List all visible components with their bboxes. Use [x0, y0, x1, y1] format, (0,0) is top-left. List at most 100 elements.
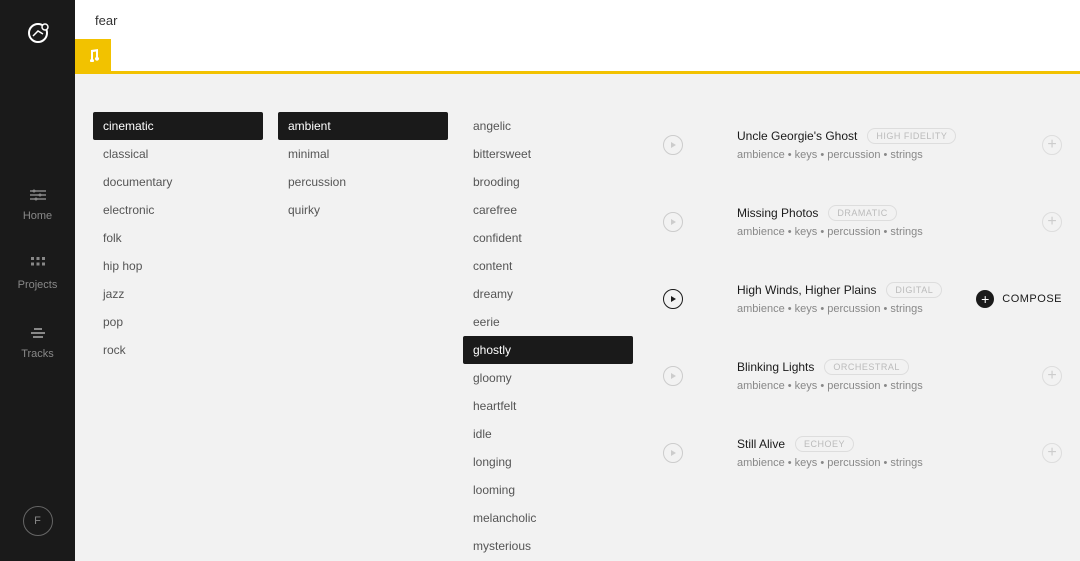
- track-info: Missing Photos DRAMATIC ambience • keys • …: [707, 205, 1018, 238]
- main-area: fear cinematicclassicaldocumentaryelectr…: [75, 0, 1080, 561]
- track-tag: DIGITAL: [886, 282, 942, 298]
- mood-item[interactable]: angelic: [463, 112, 633, 140]
- style-item[interactable]: percussion: [278, 168, 448, 196]
- plus-icon: +: [976, 290, 994, 308]
- track-instruments: ambience • keys • percussion • strings: [737, 457, 1018, 469]
- mood-item[interactable]: ghostly: [463, 336, 633, 364]
- mood-item[interactable]: content: [463, 252, 633, 280]
- mood-column: angelicbittersweetbroodingcarefreeconfid…: [463, 112, 633, 561]
- mood-item[interactable]: melancholic: [463, 504, 633, 532]
- genre-item[interactable]: electronic: [93, 196, 263, 224]
- content-area: cinematicclassicaldocumentaryelectronicf…: [75, 74, 1080, 561]
- play-icon: [671, 219, 676, 225]
- genre-item[interactable]: folk: [93, 224, 263, 252]
- track-tag: HIGH FIDELITY: [867, 128, 956, 144]
- genre-item[interactable]: documentary: [93, 168, 263, 196]
- track-tag: ECHOEY: [795, 436, 854, 452]
- mood-item[interactable]: carefree: [463, 196, 633, 224]
- nav-label: Tracks: [21, 348, 54, 360]
- avatar-initial: F: [34, 515, 41, 527]
- grid-icon: [29, 257, 47, 271]
- play-icon: [671, 296, 676, 302]
- search-header: fear: [75, 0, 1080, 39]
- mood-item[interactable]: idle: [463, 420, 633, 448]
- play-icon: [671, 450, 676, 456]
- play-button[interactable]: [663, 443, 683, 463]
- tab-music[interactable]: [75, 39, 111, 71]
- track-tag: ORCHESTRAL: [824, 359, 909, 375]
- genre-item[interactable]: classical: [93, 140, 263, 168]
- play-icon: [671, 373, 676, 379]
- track-info: High Winds, Higher Plains DIGITAL ambience…: [707, 282, 952, 315]
- mood-item[interactable]: mysterious: [463, 532, 633, 560]
- track-title[interactable]: Missing Photos: [737, 206, 818, 220]
- track-info: Still Alive ECHOEY ambience • keys • percu…: [707, 436, 1018, 469]
- left-sidebar: Home Projects Tracks F: [0, 0, 75, 561]
- genre-item[interactable]: pop: [93, 308, 263, 336]
- play-button[interactable]: [663, 135, 683, 155]
- play-button[interactable]: [663, 366, 683, 386]
- genre-item[interactable]: jazz: [93, 280, 263, 308]
- tab-bar: [75, 39, 1080, 74]
- track-title[interactable]: Still Alive: [737, 437, 785, 451]
- plus-icon: +: [1047, 213, 1056, 231]
- track-tag: DRAMATIC: [828, 205, 896, 221]
- track-instruments: ambience • keys • percussion • strings: [737, 380, 1018, 392]
- track-title-row: High Winds, Higher Plains DIGITAL: [737, 282, 952, 298]
- plus-icon: +: [1047, 444, 1056, 462]
- play-button[interactable]: [663, 289, 683, 309]
- play-button[interactable]: [663, 212, 683, 232]
- music-note-icon: [86, 48, 100, 62]
- style-column: ambientminimalpercussionquirky: [278, 112, 448, 561]
- nav-label: Home: [23, 210, 52, 222]
- track-instruments: ambience • keys • percussion • strings: [737, 303, 952, 315]
- plus-icon: +: [1047, 136, 1056, 154]
- genre-item[interactable]: cinematic: [93, 112, 263, 140]
- mood-item[interactable]: heartfelt: [463, 392, 633, 420]
- mood-item[interactable]: confident: [463, 224, 633, 252]
- genre-column: cinematicclassicaldocumentaryelectronicf…: [93, 112, 263, 561]
- track-row: Still Alive ECHOEY ambience • keys • percu…: [663, 420, 1062, 497]
- nav-tracks[interactable]: Tracks: [21, 326, 54, 360]
- genre-item[interactable]: hip hop: [93, 252, 263, 280]
- add-button[interactable]: +: [1042, 135, 1062, 155]
- track-row: Uncle Georgie's Ghost HIGH FIDELITY ambien…: [663, 112, 1062, 189]
- compose-button[interactable]: + COMPOSE: [976, 290, 1062, 308]
- track-title[interactable]: Blinking Lights: [737, 360, 814, 374]
- track-instruments: ambience • keys • percussion • strings: [737, 226, 1018, 238]
- mood-item[interactable]: looming: [463, 476, 633, 504]
- style-item[interactable]: quirky: [278, 196, 448, 224]
- add-button[interactable]: +: [1042, 443, 1062, 463]
- add-button[interactable]: +: [1042, 212, 1062, 232]
- mood-item[interactable]: bittersweet: [463, 140, 633, 168]
- play-icon: [671, 142, 676, 148]
- mood-item[interactable]: brooding: [463, 168, 633, 196]
- tracks-column: Uncle Georgie's Ghost HIGH FIDELITY ambien…: [648, 112, 1062, 561]
- genre-item[interactable]: rock: [93, 336, 263, 364]
- sliders-icon: [29, 188, 47, 202]
- logo[interactable]: [23, 18, 53, 48]
- mood-item[interactable]: eerie: [463, 308, 633, 336]
- add-button[interactable]: +: [1042, 366, 1062, 386]
- track-title-row: Blinking Lights ORCHESTRAL: [737, 359, 1018, 375]
- nav-home[interactable]: Home: [23, 188, 52, 222]
- mood-item[interactable]: longing: [463, 448, 633, 476]
- nav-label: Projects: [18, 279, 58, 291]
- track-instruments: ambience • keys • percussion • strings: [737, 149, 1018, 161]
- track-info: Uncle Georgie's Ghost HIGH FIDELITY ambien…: [707, 128, 1018, 161]
- search-input[interactable]: fear: [95, 13, 117, 28]
- logo-icon: [25, 20, 51, 46]
- style-item[interactable]: minimal: [278, 140, 448, 168]
- track-row: High Winds, Higher Plains DIGITAL ambience…: [663, 266, 1062, 343]
- lines-icon: [29, 326, 47, 340]
- nav-projects[interactable]: Projects: [18, 257, 58, 291]
- track-title[interactable]: Uncle Georgie's Ghost: [737, 129, 857, 143]
- style-item[interactable]: ambient: [278, 112, 448, 140]
- track-title-row: Still Alive ECHOEY: [737, 436, 1018, 452]
- compose-label: COMPOSE: [1002, 293, 1062, 305]
- mood-item[interactable]: gloomy: [463, 364, 633, 392]
- avatar[interactable]: F: [23, 506, 53, 536]
- track-title[interactable]: High Winds, Higher Plains: [737, 283, 876, 297]
- mood-item[interactable]: dreamy: [463, 280, 633, 308]
- plus-icon: +: [1047, 367, 1056, 385]
